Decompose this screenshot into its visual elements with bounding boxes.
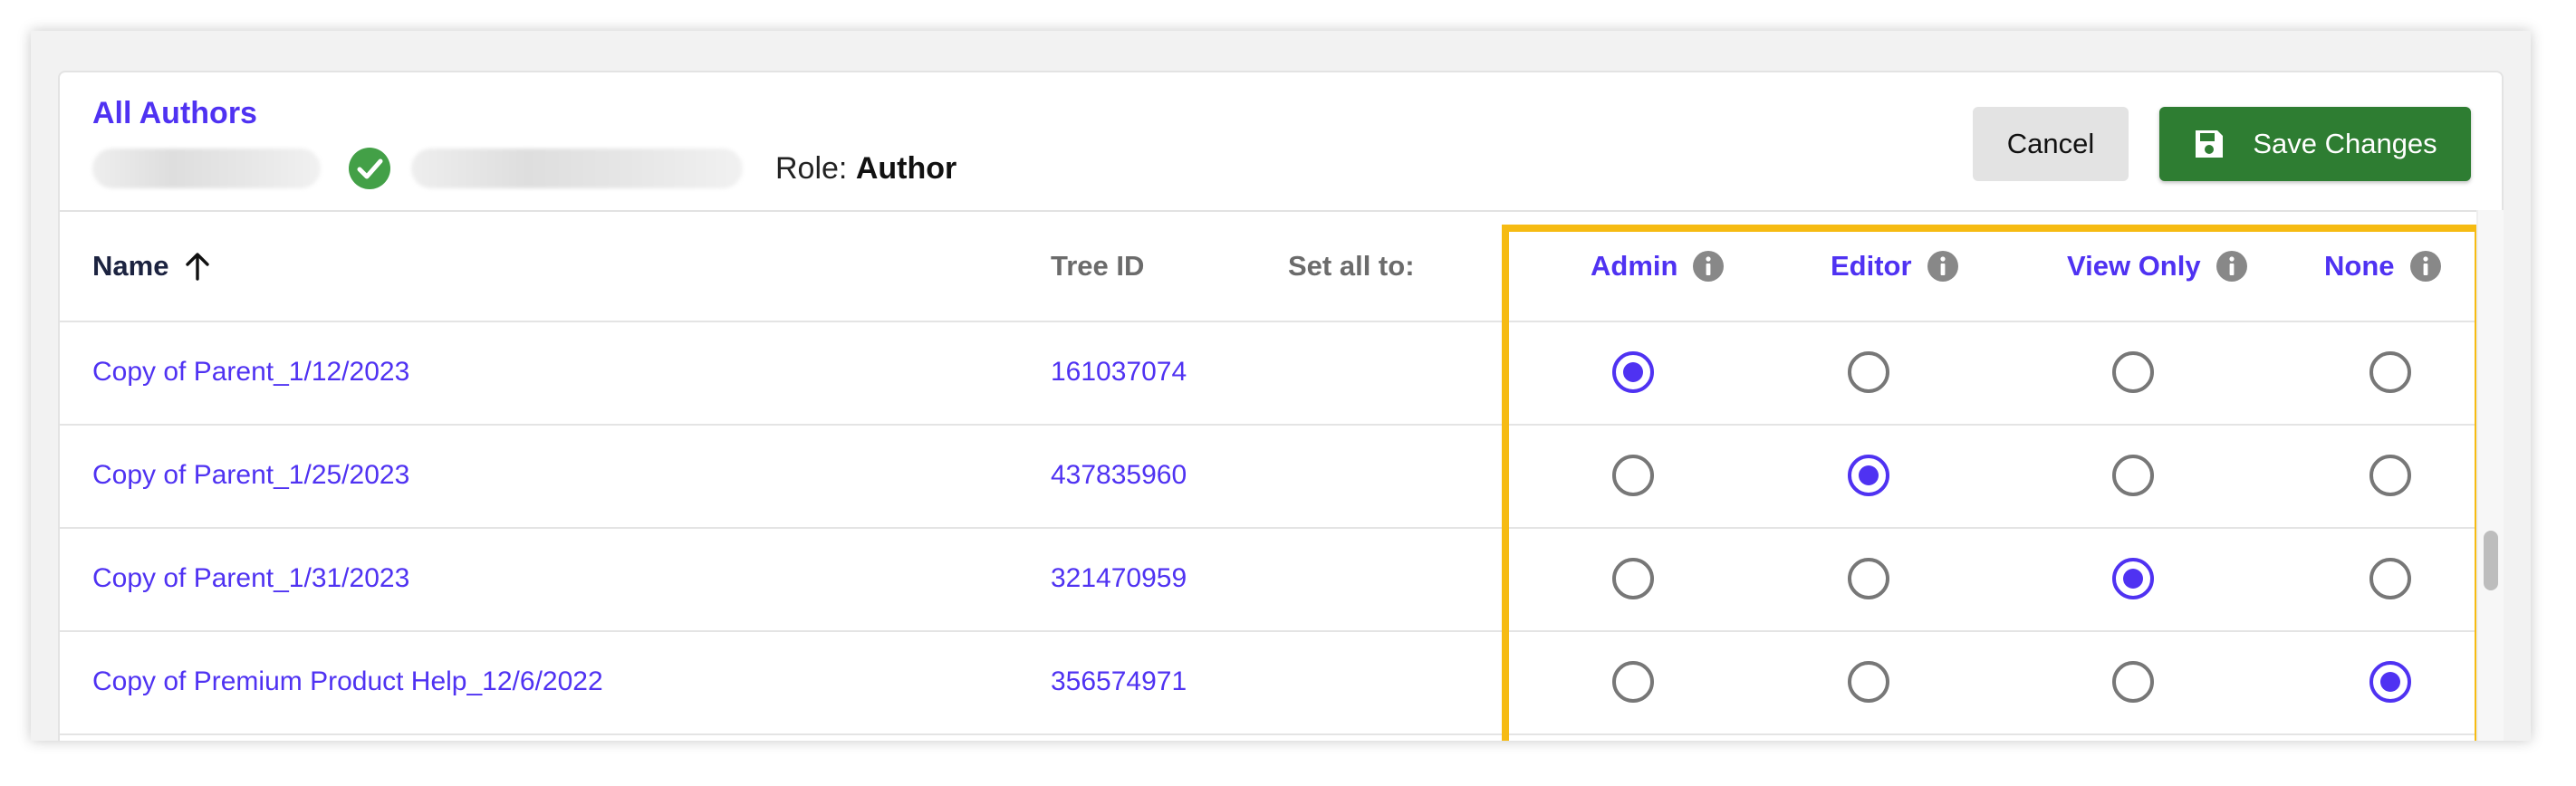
table-row: Copy of Premium Product Help_12/6/2022 3… [60, 630, 2480, 735]
info-circle-icon[interactable] [2409, 250, 2442, 283]
radio-editor[interactable] [1848, 455, 1889, 496]
radio-none[interactable] [2369, 351, 2411, 393]
column-header-name[interactable]: Name [92, 212, 214, 321]
radio-admin[interactable] [1612, 455, 1654, 496]
table-scrollbar[interactable] [2476, 210, 2504, 741]
arrow-up-icon [181, 250, 214, 283]
radio-view-only[interactable] [2112, 455, 2154, 496]
table-row: Copy of Parent_1/12/2023 161037074 [60, 321, 2480, 426]
radio-view-only[interactable] [2112, 661, 2154, 703]
info-circle-icon[interactable] [2216, 250, 2248, 283]
table-row: Copy of Parent_1/25/2023 437835960 [60, 424, 2480, 529]
save-changes-button[interactable]: Save Changes [2159, 107, 2471, 181]
set-all-admin-label: Admin [1591, 250, 1678, 282]
author-info-row: Role: Author [92, 145, 956, 192]
permissions-table: Name Tree ID Set all to: Admin Editor Vi… [60, 210, 2502, 741]
column-header-name-label: Name [92, 250, 169, 282]
row-name-link[interactable]: Copy of Premium Product Help_12/6/2022 [92, 630, 603, 733]
row-tree-id-link[interactable]: 437835960 [1051, 424, 1187, 527]
row-tree-id-link[interactable]: 356574971 [1051, 630, 1187, 733]
row-name-link[interactable]: Copy of Parent_1/31/2023 [92, 527, 409, 630]
set-all-view-only-label: View Only [2067, 250, 2201, 282]
radio-editor[interactable] [1848, 351, 1889, 393]
set-all-none[interactable]: None [2324, 212, 2442, 321]
author-permissions-panel: All Authors Role: Author Cancel Save Cha… [58, 71, 2504, 741]
check-circle-icon [348, 147, 391, 190]
radio-admin[interactable] [1612, 661, 1654, 703]
row-name-link[interactable]: Copy of Parent_1/12/2023 [92, 321, 409, 424]
radio-editor[interactable] [1848, 558, 1889, 599]
row-tree-id-link[interactable]: 161037074 [1051, 321, 1187, 424]
set-all-admin[interactable]: Admin [1591, 212, 1725, 321]
save-changes-label: Save Changes [2253, 128, 2437, 159]
role-label: Role: [775, 150, 848, 186]
radio-admin[interactable] [1612, 558, 1654, 599]
table-header-row: Name Tree ID Set all to: Admin Editor Vi… [60, 212, 2480, 322]
info-circle-icon[interactable] [1927, 250, 1959, 283]
radio-none[interactable] [2369, 455, 2411, 496]
row-name-link[interactable]: Copy of Parent_1/25/2023 [92, 424, 409, 527]
set-all-label: Set all to: [1288, 250, 1415, 282]
breadcrumb-all-authors[interactable]: All Authors [92, 96, 257, 131]
table-row: Copy of Parent_1/31/2023 321470959 [60, 527, 2480, 632]
radio-none[interactable] [2369, 661, 2411, 703]
radio-none[interactable] [2369, 558, 2411, 599]
column-header-tree-id[interactable]: Tree ID [1051, 212, 1144, 321]
set-all-editor[interactable]: Editor [1831, 212, 1959, 321]
floppy-disk-icon [2193, 128, 2225, 160]
role-display: Role: Author [775, 151, 956, 187]
info-circle-icon[interactable] [1692, 250, 1725, 283]
set-all-view-only[interactable]: View Only [2067, 212, 2248, 321]
set-all-editor-label: Editor [1831, 250, 1912, 282]
row-tree-id-link[interactable]: 321470959 [1051, 527, 1187, 630]
radio-view-only[interactable] [2112, 351, 2154, 393]
set-all-none-label: None [2324, 250, 2395, 282]
author-name-redacted [92, 149, 321, 188]
scrollbar-thumb[interactable] [2484, 531, 2498, 590]
cancel-button[interactable]: Cancel [1973, 107, 2129, 181]
radio-editor[interactable] [1848, 661, 1889, 703]
dialog-backdrop: All Authors Role: Author Cancel Save Cha… [31, 31, 2531, 741]
radio-admin[interactable] [1612, 351, 1654, 393]
author-email-redacted [411, 149, 743, 188]
radio-view-only[interactable] [2112, 558, 2154, 599]
role-value: Author [855, 150, 957, 186]
